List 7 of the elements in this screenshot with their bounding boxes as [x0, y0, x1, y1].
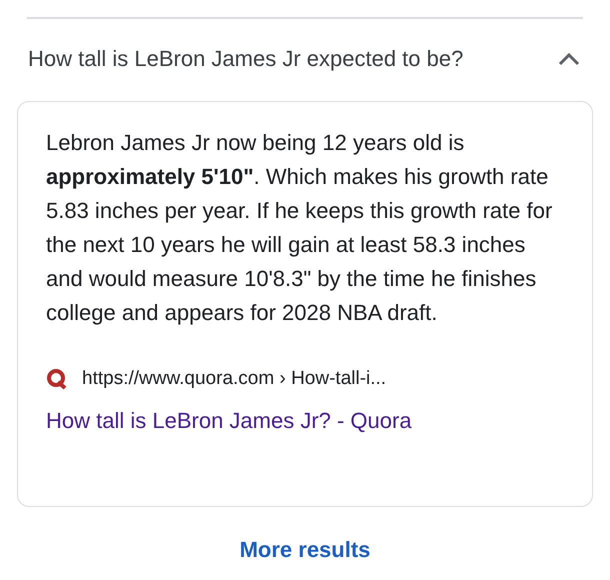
- question-text[interactable]: How tall is LeBron James Jr expected to be?: [28, 46, 464, 72]
- source-url: https://www.quora.com › How-tall-i...: [82, 368, 386, 390]
- chevron-icon[interactable]: [558, 52, 580, 66]
- more-results-link[interactable]: More results: [240, 537, 370, 563]
- quora-logo-icon: [46, 368, 68, 390]
- source-link[interactable]: How tall is LeBron James Jr? - Quora: [46, 408, 412, 434]
- answer-text: Lebron James Jr now being 12 years old is approximately 5'10". Which makes his growth rate 5.83 inches per year. If he keeps this growth rate for the next 10 years he will gain at least 58.3 inches and would measure 10'8.3" by the time he finishes college and appears for 2028 NBA draft.: [46, 129, 554, 327]
